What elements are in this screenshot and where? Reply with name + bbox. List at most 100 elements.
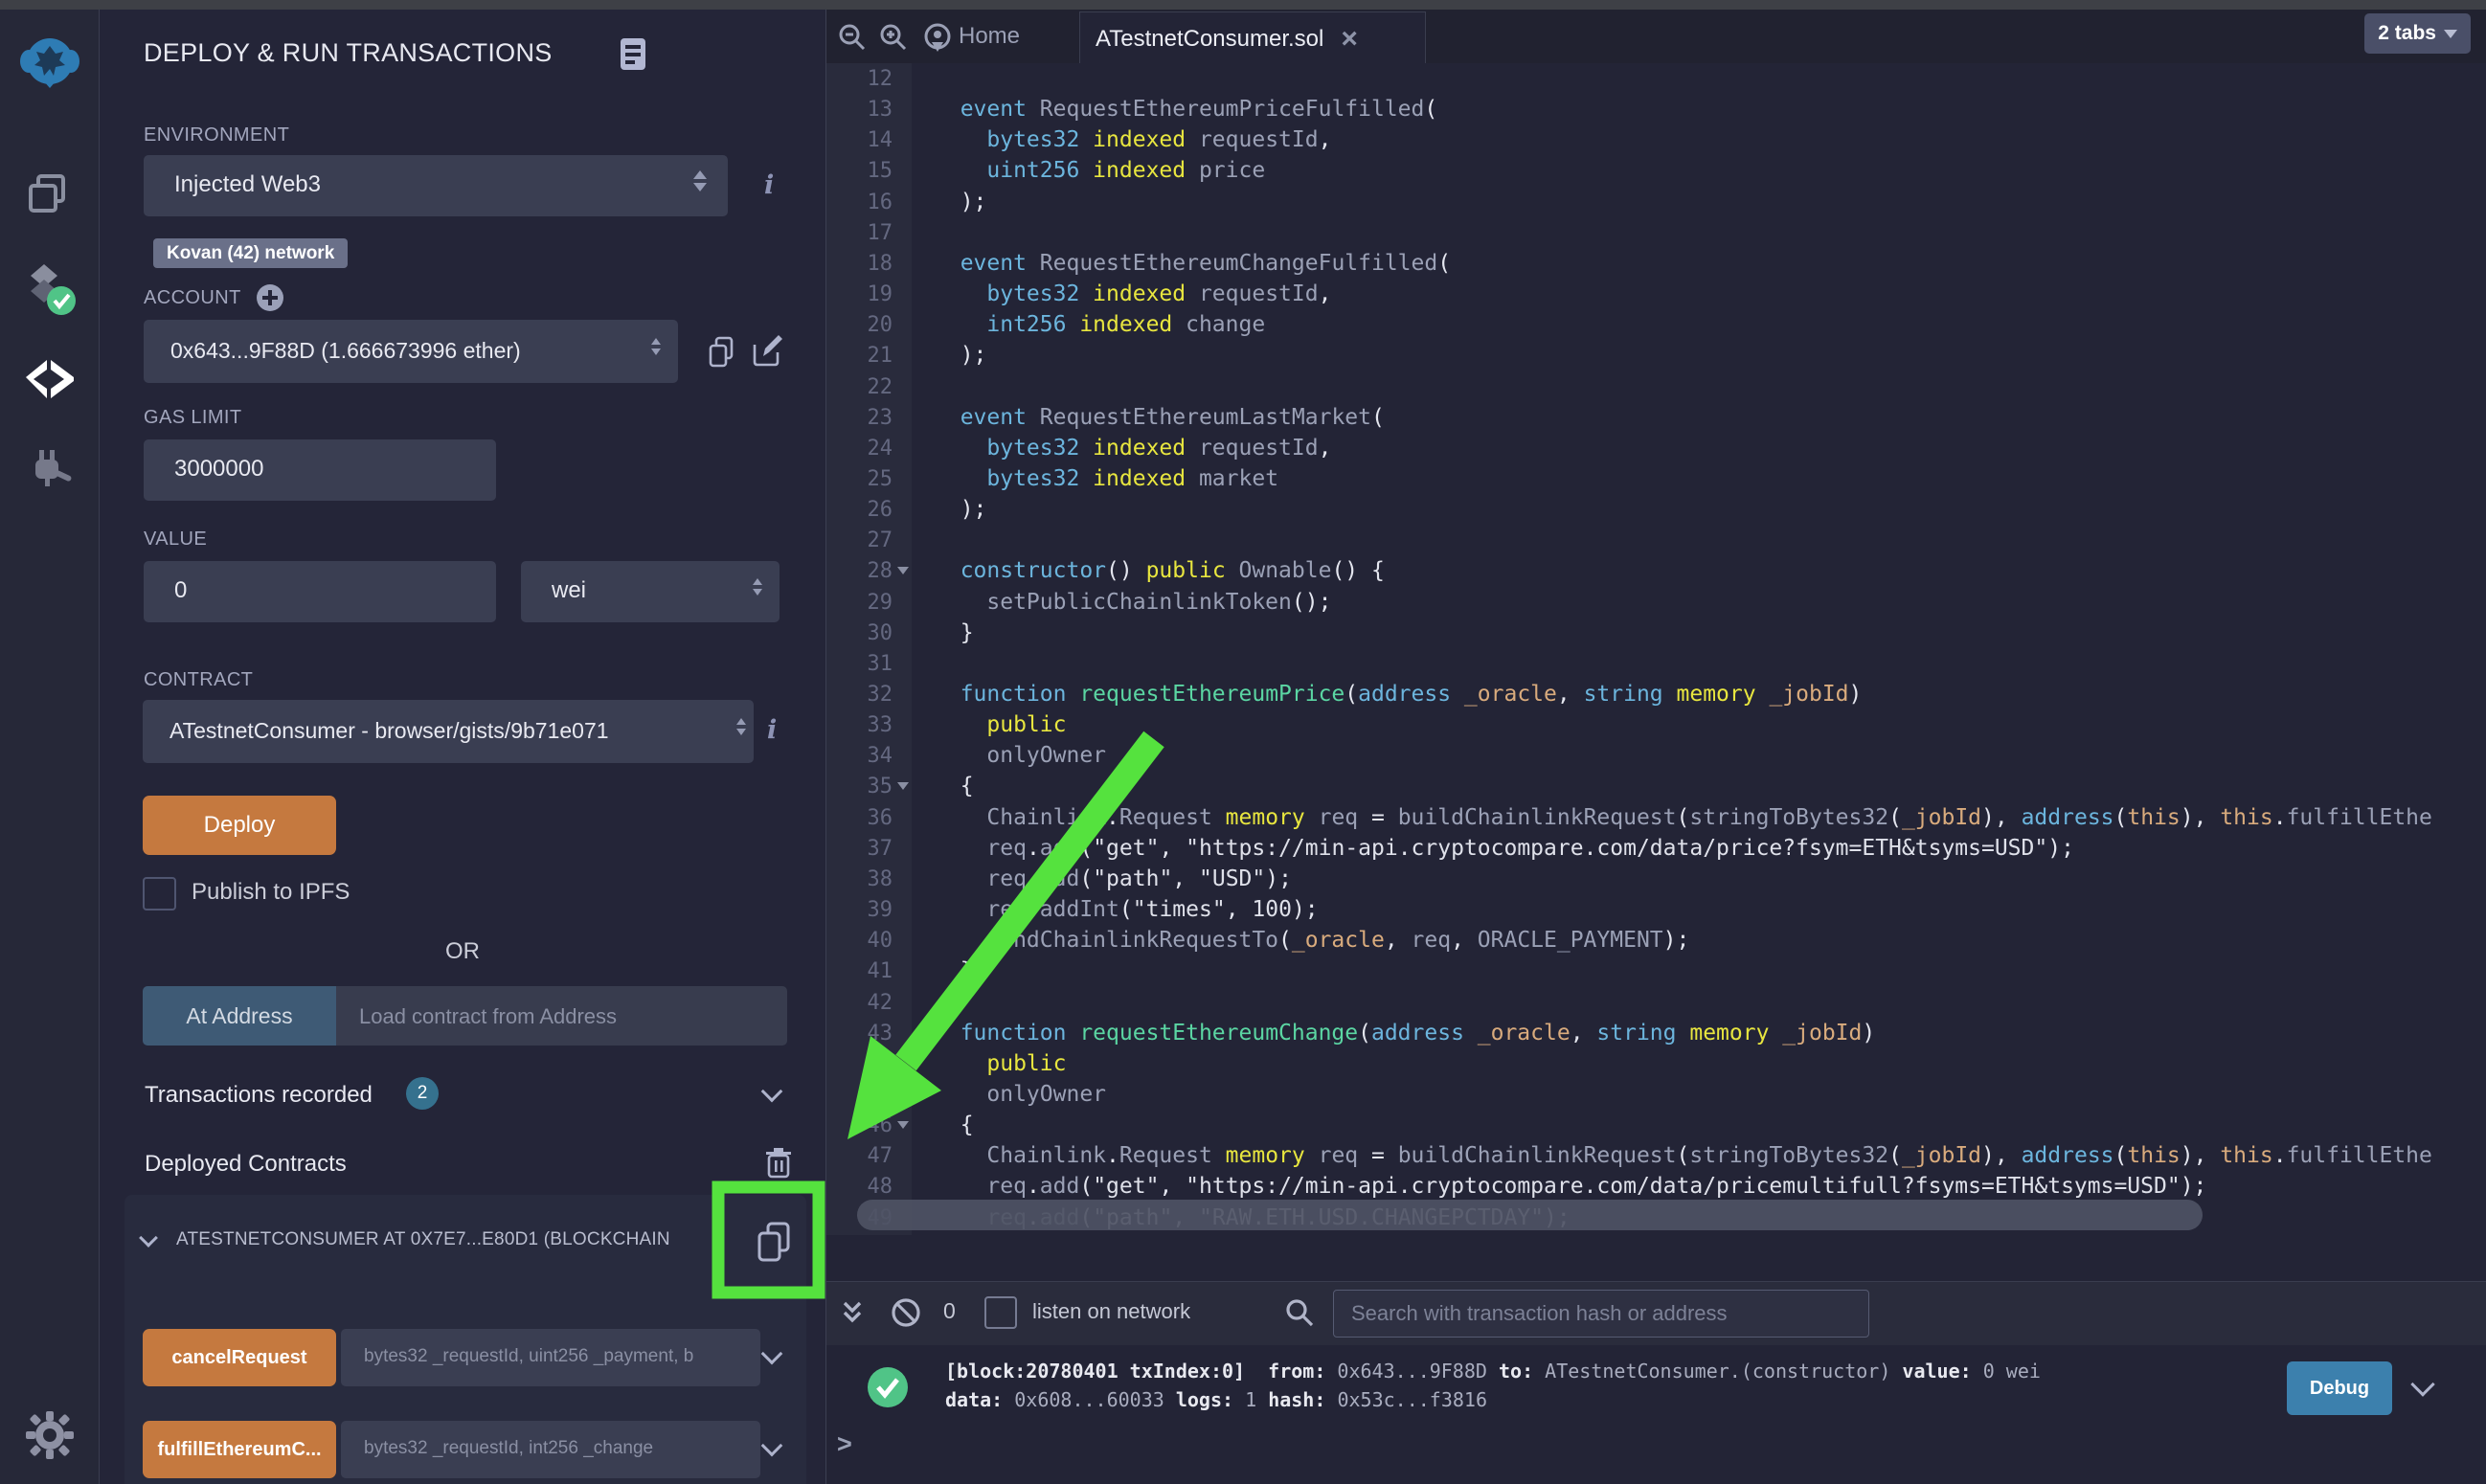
- value-input[interactable]: 0: [144, 561, 496, 622]
- code-line[interactable]: event RequestEthereumLastMarket(: [912, 402, 2486, 434]
- search-icon[interactable]: [1284, 1297, 1315, 1333]
- settings-gear-icon[interactable]: [0, 1409, 99, 1461]
- solidity-compiler-icon[interactable]: [0, 260, 99, 320]
- trash-icon[interactable]: [764, 1147, 793, 1184]
- environment-select[interactable]: Injected Web3: [144, 155, 728, 216]
- zoom-out-icon[interactable]: [838, 23, 867, 56]
- code-line[interactable]: bytes32 indexed requestId,: [912, 433, 2486, 464]
- tab-home[interactable]: Home: [959, 23, 1020, 50]
- function-expand-chevron-icon[interactable]: [764, 1346, 780, 1366]
- code-line[interactable]: public: [912, 709, 2486, 741]
- code-line[interactable]: {: [912, 771, 2486, 802]
- close-tab-icon[interactable]: ×: [1341, 30, 1358, 49]
- code-editor[interactable]: event RequestEthereumPriceFulfilled( byt…: [912, 63, 2486, 1235]
- line-number: 43: [826, 1018, 912, 1049]
- copy-address-icon[interactable]: [755, 1220, 793, 1270]
- fold-arrow-icon[interactable]: [897, 1121, 909, 1129]
- code-line[interactable]: req.add("get", "https://min-api.cryptoco…: [912, 1171, 2486, 1203]
- zoom-in-icon[interactable]: [879, 23, 908, 56]
- code-line[interactable]: );: [912, 494, 2486, 526]
- contract-info-icon[interactable]: i: [767, 715, 777, 745]
- code-line[interactable]: [912, 648, 2486, 680]
- plugin-manager-icon[interactable]: [0, 448, 99, 494]
- code-line[interactable]: function requestEthereumPrice(address _o…: [912, 679, 2486, 710]
- deploy-and-run-icon[interactable]: [0, 356, 99, 402]
- fulfill-ethereum-input[interactable]: bytes32 _requestId, int256 _change: [341, 1421, 760, 1478]
- code-line[interactable]: [912, 987, 2486, 1019]
- code-line[interactable]: onlyOwner: [912, 740, 2486, 772]
- remix-logo-icon[interactable]: [0, 36, 99, 94]
- code-line[interactable]: [912, 63, 2486, 95]
- code-line[interactable]: );: [912, 340, 2486, 371]
- fold-arrow-icon[interactable]: [897, 567, 909, 574]
- clear-console-icon[interactable]: [890, 1296, 922, 1334]
- environment-info-icon[interactable]: i: [764, 170, 774, 200]
- horizontal-scrollbar[interactable]: [857, 1200, 2203, 1230]
- code-line[interactable]: req.add("get", "https://min-api.cryptoco…: [912, 833, 2486, 865]
- code-line[interactable]: }: [912, 956, 2486, 987]
- fulfill-ethereum-button[interactable]: fulfillEthereumC...: [143, 1421, 336, 1478]
- add-account-icon[interactable]: [256, 283, 284, 317]
- code-line[interactable]: event RequestEthereumPriceFulfilled(: [912, 94, 2486, 125]
- code-line[interactable]: req.add("path", "USD");: [912, 864, 2486, 895]
- code-line[interactable]: bytes32 indexed market: [912, 463, 2486, 495]
- cancel-request-button[interactable]: cancelRequest: [143, 1329, 336, 1386]
- code-line[interactable]: Chainlink.Request memory req = buildChai…: [912, 1140, 2486, 1172]
- tab-active-file[interactable]: ATestnetConsumer.sol ×: [1079, 11, 1426, 65]
- at-address-button[interactable]: At Address: [143, 986, 336, 1046]
- publish-ipfs-checkbox[interactable]: [143, 877, 176, 911]
- expand-terminal-icon[interactable]: [840, 1299, 865, 1333]
- code-line[interactable]: [912, 525, 2486, 556]
- code-line[interactable]: function requestEthereumChange(address _…: [912, 1018, 2486, 1049]
- listen-network-checkbox[interactable]: [984, 1296, 1017, 1329]
- code-line[interactable]: [912, 371, 2486, 403]
- instance-header: ATESTNETCONSUMER AT 0X7E7...E80D1 (BLOCK…: [176, 1229, 737, 1250]
- code-line[interactable]: );: [912, 187, 2486, 218]
- tx-log-line2[interactable]: data: 0x608...60033 logs: 1 hash: 0x53c.…: [945, 1388, 1487, 1411]
- account-select[interactable]: 0x643...9F88D (1.666673996 ether): [144, 320, 678, 383]
- code-line[interactable]: {: [912, 1110, 2486, 1141]
- tabs-count-badge[interactable]: 2 tabs: [2364, 13, 2471, 54]
- code-line[interactable]: bytes32 indexed requestId,: [912, 279, 2486, 310]
- instance-chevron-down-icon[interactable]: [142, 1231, 155, 1249]
- home-tab-icon[interactable]: [920, 21, 955, 60]
- terminal-search-input[interactable]: Search with transaction hash or address: [1333, 1290, 1869, 1338]
- gas-limit-input[interactable]: 3000000: [144, 439, 496, 501]
- code-line[interactable]: req.addInt("times", 100);: [912, 894, 2486, 926]
- at-address-input[interactable]: Load contract from Address: [336, 986, 787, 1046]
- chevron-down-icon: [2444, 30, 2457, 38]
- code-line[interactable]: uint256 indexed price: [912, 155, 2486, 187]
- line-number: 29: [826, 587, 912, 618]
- copy-account-icon[interactable]: [707, 335, 735, 374]
- log-expand-chevron-icon[interactable]: [2414, 1376, 2431, 1398]
- tx-log-line1[interactable]: [block:20780401 txIndex:0] from: 0x643..…: [945, 1360, 2041, 1383]
- code-line[interactable]: event RequestEthereumChangeFulfilled(: [912, 248, 2486, 280]
- fold-arrow-icon[interactable]: [897, 782, 909, 790]
- code-line[interactable]: int256 indexed change: [912, 309, 2486, 341]
- function-expand-chevron-icon[interactable]: [764, 1438, 780, 1458]
- deploy-button[interactable]: Deploy: [143, 796, 336, 855]
- code-line[interactable]: setPublicChainlinkToken();: [912, 587, 2486, 618]
- transactions-chevron-down-icon[interactable]: [764, 1084, 780, 1104]
- panel-doc-icon[interactable]: [618, 36, 650, 78]
- account-label: ACCOUNT: [144, 287, 241, 309]
- code-line[interactable]: }: [912, 618, 2486, 649]
- environment-label: ENVIRONMENT: [144, 124, 289, 146]
- code-line[interactable]: bytes32 indexed requestId,: [912, 124, 2486, 156]
- line-number: 16: [826, 187, 912, 218]
- contract-select[interactable]: ATestnetConsumer - browser/gists/9b71e07…: [143, 700, 754, 763]
- code-line[interactable]: onlyOwner: [912, 1079, 2486, 1111]
- code-line[interactable]: [912, 1233, 2486, 1235]
- value-unit-select[interactable]: wei: [521, 561, 780, 622]
- file-explorer-icon[interactable]: [0, 170, 99, 218]
- code-line[interactable]: public: [912, 1048, 2486, 1080]
- edit-account-icon[interactable]: [751, 335, 783, 372]
- code-line[interactable]: sendChainlinkRequestTo(_oracle, req, ORA…: [912, 925, 2486, 956]
- code-line[interactable]: [912, 217, 2486, 249]
- code-line[interactable]: Chainlink.Request memory req = buildChai…: [912, 802, 2486, 834]
- debug-button[interactable]: Debug: [2287, 1361, 2392, 1415]
- deployed-contract-card: ATESTNETCONSUMER AT 0X7E7...E80D1 (BLOCK…: [124, 1195, 806, 1484]
- terminal-prompt[interactable]: >: [837, 1429, 852, 1459]
- cancel-request-input[interactable]: bytes32 _requestId, uint256 _payment, b: [341, 1329, 760, 1386]
- code-line[interactable]: constructor() public Ownable() {: [912, 555, 2486, 587]
